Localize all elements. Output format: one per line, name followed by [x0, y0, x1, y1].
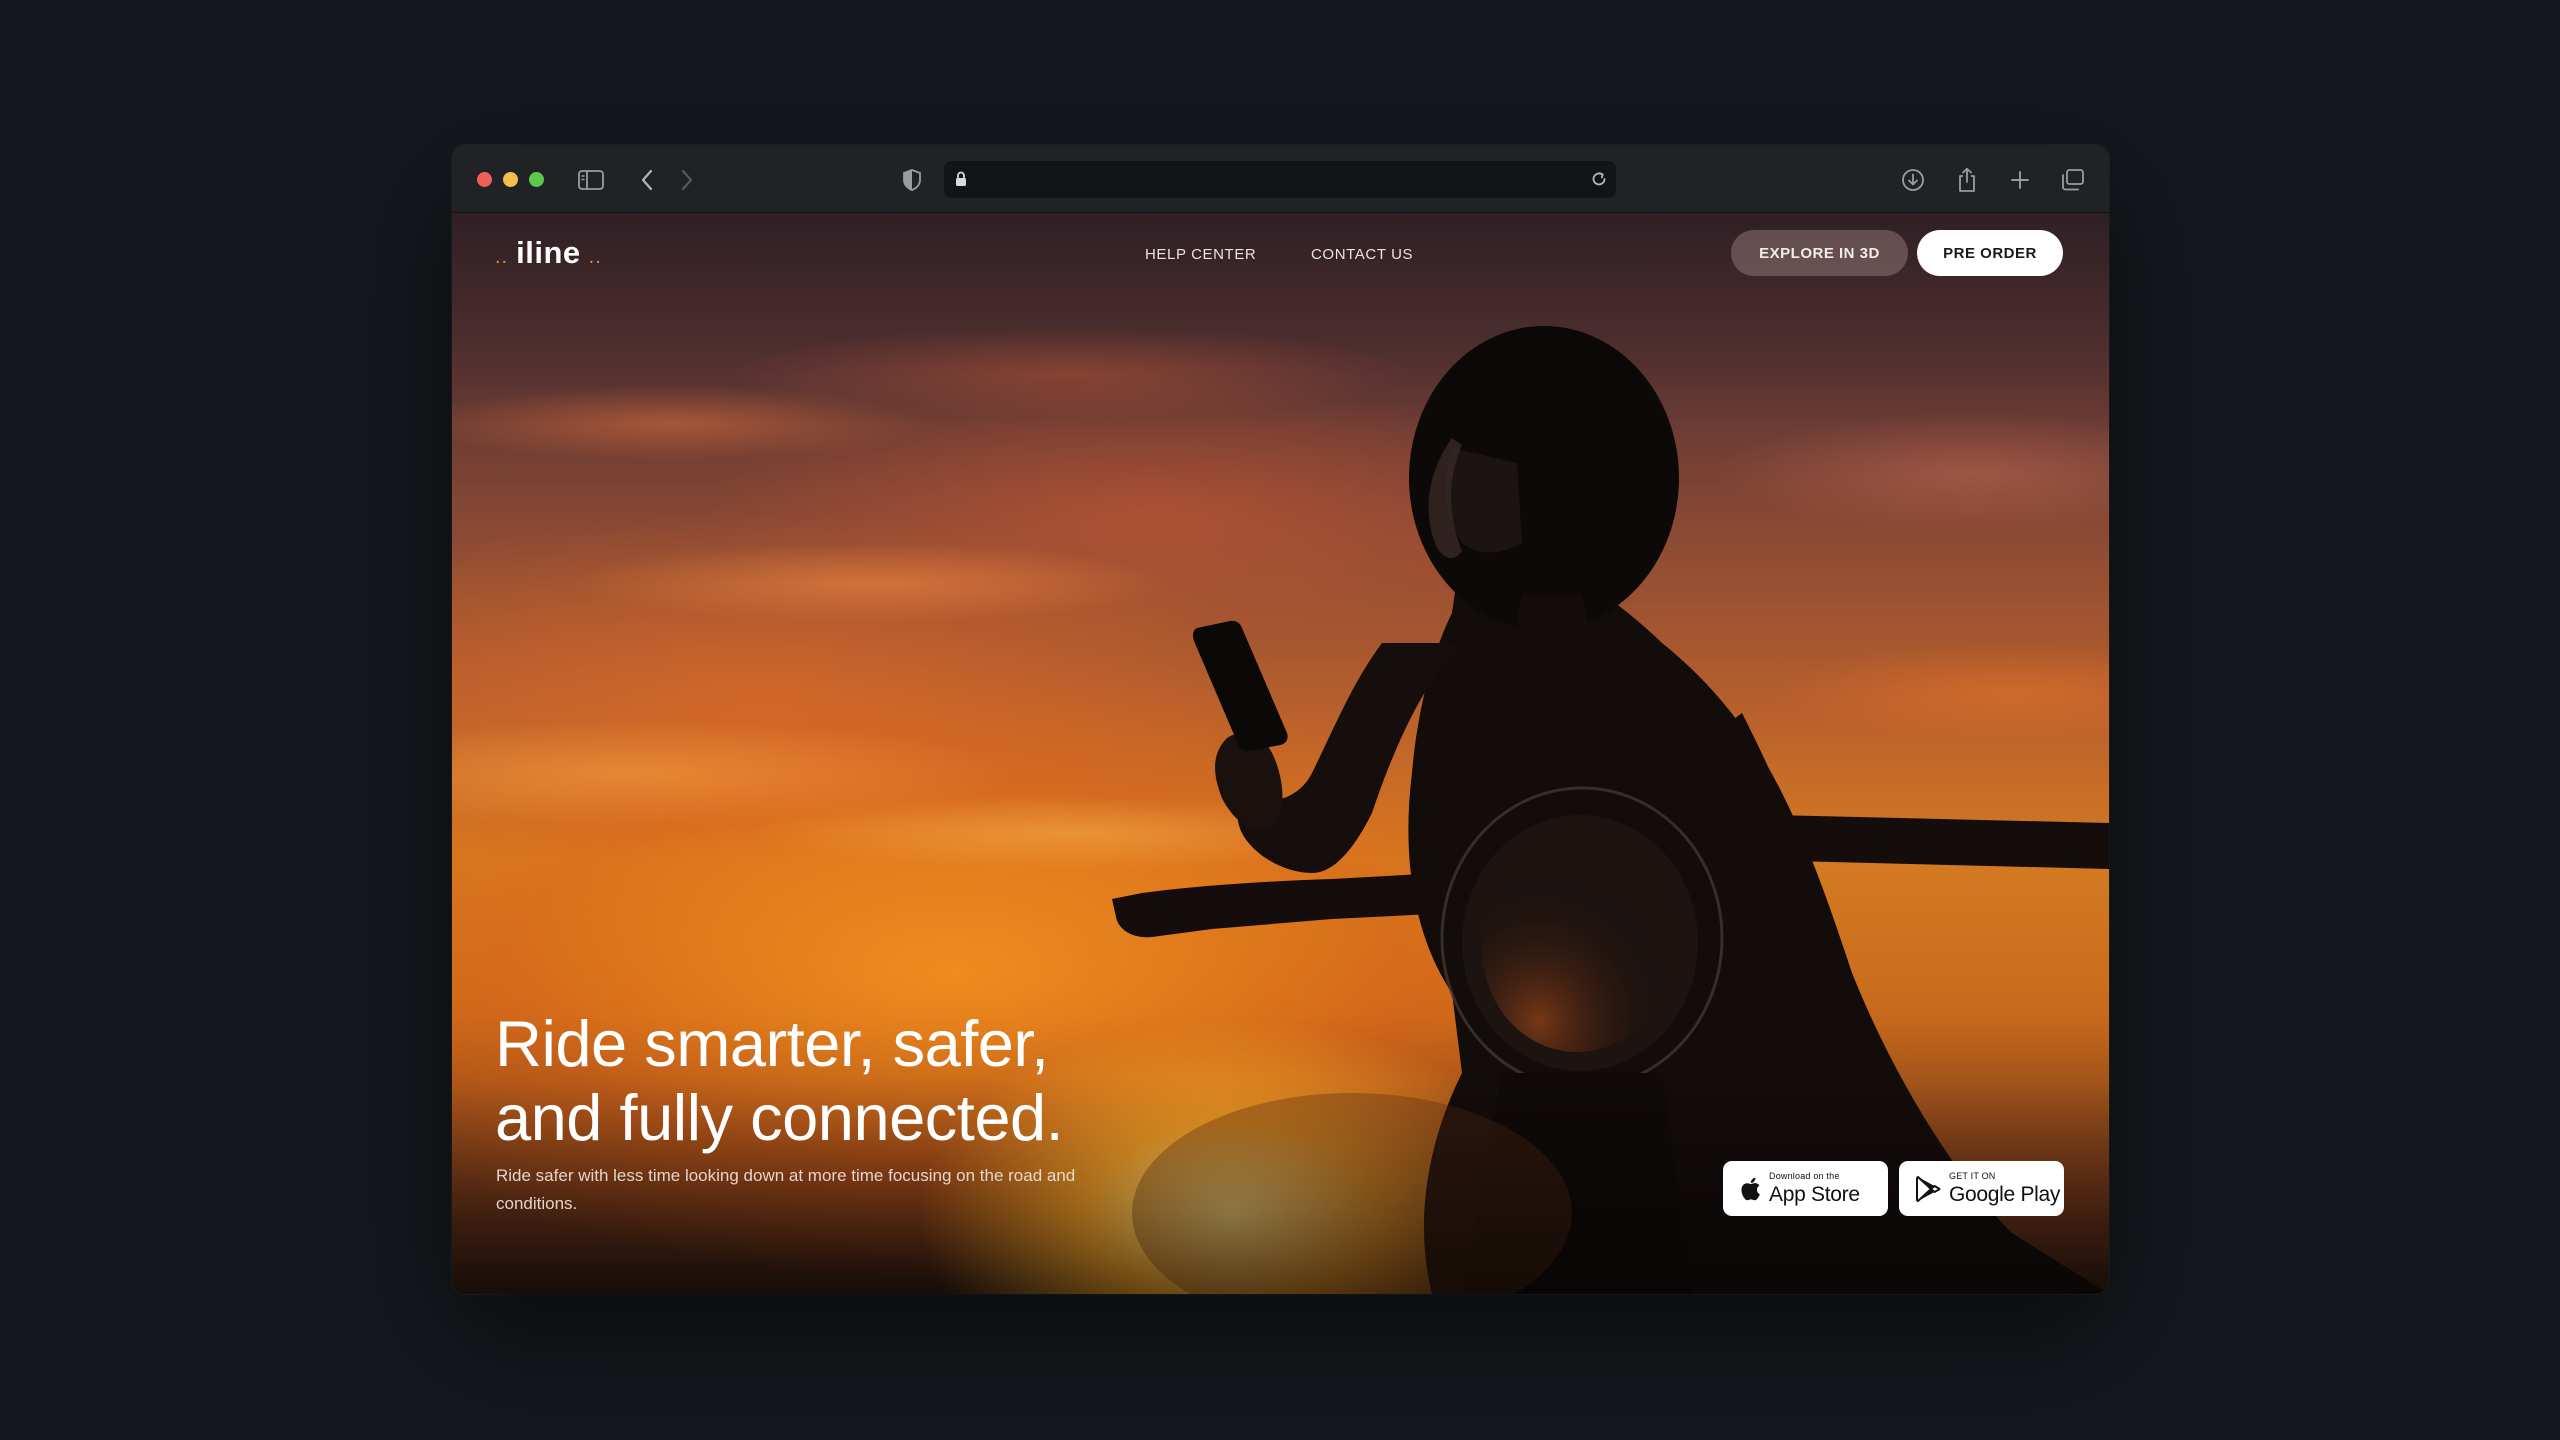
download-icon[interactable]	[1898, 165, 1928, 195]
google-play-icon	[1915, 1175, 1941, 1203]
close-window-button[interactable]	[477, 172, 492, 187]
nav-help-center[interactable]: HELP CENTER	[1145, 246, 1256, 263]
shield-icon[interactable]	[897, 165, 927, 195]
nav-contact-us[interactable]: CONTACT US	[1311, 246, 1413, 263]
new-tab-icon[interactable]	[2005, 165, 2035, 195]
address-bar[interactable]	[944, 161, 1616, 198]
logo-name: iline	[516, 235, 581, 270]
hero-headline: Ride smarter, safer, and fully connected…	[495, 1007, 1295, 1155]
apple-icon	[1739, 1176, 1761, 1202]
hero-headline-line1: Ride smarter, safer,	[495, 1007, 1049, 1080]
app-store-small-label: Download on the	[1769, 1171, 1840, 1181]
share-icon[interactable]	[1952, 165, 1982, 195]
logo-dots-left: ..	[495, 246, 509, 268]
hero-subtext: Ride safer with less time looking down a…	[496, 1166, 1076, 1213]
google-play-small-label: GET IT ON	[1949, 1171, 1996, 1181]
app-store-badge-text: Download on the App Store	[1769, 1171, 1860, 1206]
app-store-big-label: App Store	[1769, 1183, 1860, 1206]
zoom-window-button[interactable]	[529, 172, 544, 187]
tabs-overview-icon[interactable]	[2058, 165, 2088, 195]
browser-window: .. iline .. HELP CENTER CONTACT US EXPLO…	[452, 145, 2109, 1294]
minimize-window-button[interactable]	[503, 172, 518, 187]
pre-order-button[interactable]: PRE ORDER	[1917, 230, 2063, 276]
forward-icon[interactable]	[672, 165, 702, 195]
back-icon[interactable]	[632, 165, 662, 195]
hero-headline-line2: and fully connected.	[495, 1081, 1064, 1154]
reload-icon[interactable]	[1590, 170, 1608, 193]
app-store-badge[interactable]: Download on the App Store	[1723, 1161, 1888, 1216]
google-play-big-label: Google Play	[1949, 1183, 2061, 1206]
google-play-badge[interactable]: GET IT ON Google Play	[1899, 1161, 2064, 1216]
explore-3d-button[interactable]: EXPLORE IN 3D	[1731, 230, 1908, 276]
browser-toolbar	[452, 145, 2109, 213]
logo-dots-right: ..	[588, 246, 602, 268]
lock-icon	[955, 171, 967, 192]
sidebar-icon[interactable]	[576, 165, 606, 195]
webpage: .. iline .. HELP CENTER CONTACT US EXPLO…	[452, 213, 2109, 1294]
google-play-badge-text: GET IT ON Google Play	[1949, 1171, 2061, 1206]
site-logo[interactable]: .. iline ..	[495, 235, 602, 271]
